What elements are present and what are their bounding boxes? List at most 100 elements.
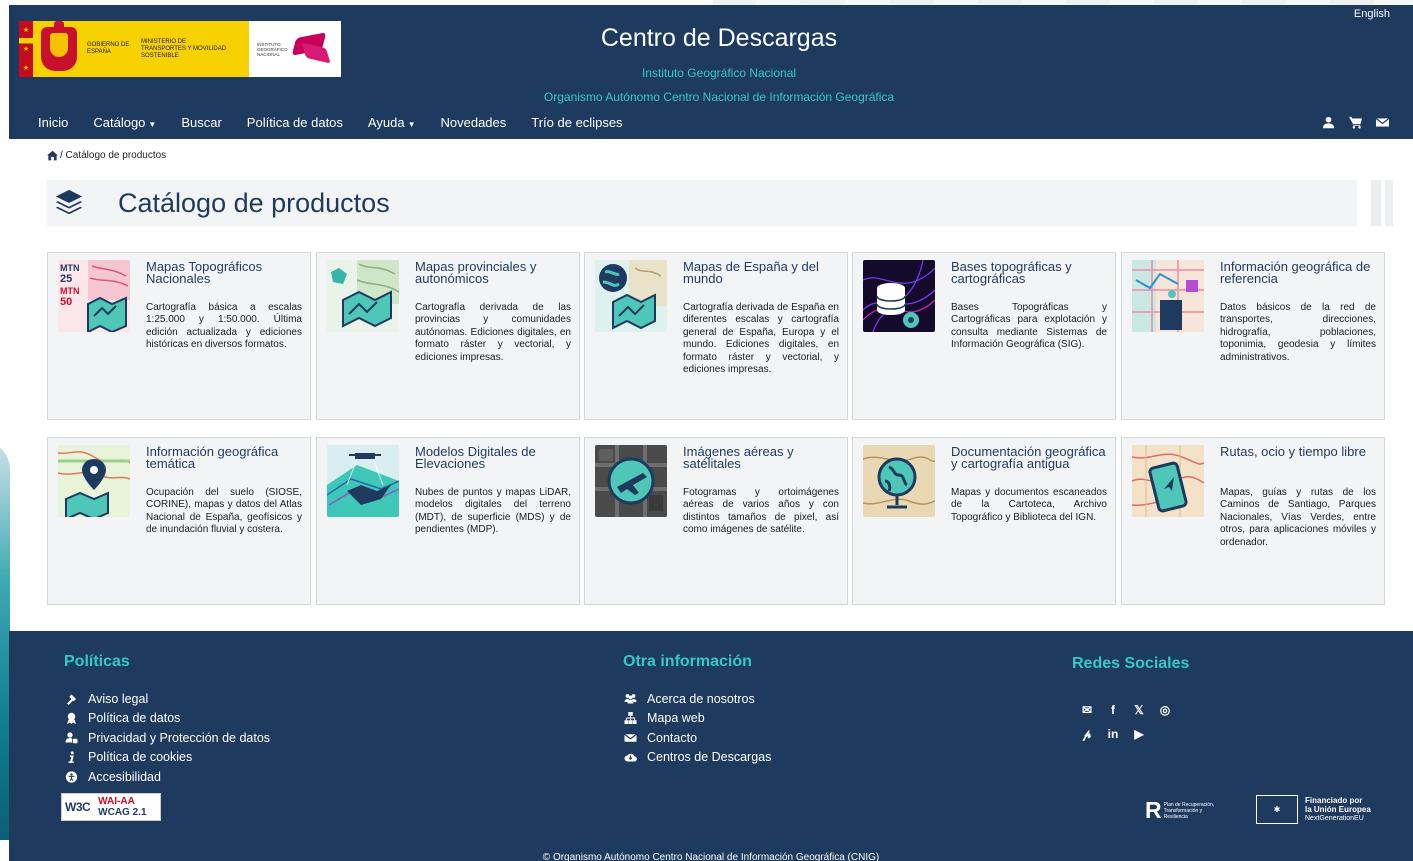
card-bases-topograficas[interactable]: Bases topográficas y cartográficas Bases… [852, 252, 1116, 420]
footer-politicas-list: Aviso legal Política de datos Privacidad… [65, 689, 270, 787]
card-description: Bases Topográficas y Cartográficas para … [951, 302, 1107, 351]
mail-icon[interactable]: ✉ [1076, 703, 1098, 717]
layers-icon [55, 189, 83, 215]
breadcrumb: / Catálogo de productos [47, 150, 166, 161]
x-twitter-icon[interactable]: 𝕏 [1128, 703, 1150, 717]
footer-heading-redes: Redes Sociales [1072, 655, 1190, 672]
sitemap-icon [624, 712, 637, 725]
w3c-logo: W3C [65, 800, 91, 814]
nav-catalogo-label: Catálogo [93, 115, 146, 130]
eu-line2: la Unión Europea [1305, 805, 1371, 814]
footer-otra-list: Acerca de nosotros Mapa web Contacto Cen… [624, 689, 771, 767]
footer-link-contacto[interactable]: Contacto [624, 728, 771, 748]
card-description: Ocupación del suelo (SIOSE, CORINE), map… [146, 487, 302, 536]
card-title: Bases topográficas y cartográficas [951, 259, 1072, 286]
footer-heading-politicas: Políticas [64, 653, 130, 670]
eu-funding-logo[interactable]: ✱ Financiado por la Unión Europea NextGe… [1256, 795, 1371, 824]
wcag-level: WAI-AA WCAG 2.1 [98, 796, 146, 818]
footer-link-mapa-web[interactable]: Mapa web [624, 709, 771, 729]
pinterest-icon[interactable]: 𝓅 [1076, 727, 1098, 742]
aerial-imagery-thumbnail [595, 445, 667, 517]
youtube-icon[interactable]: ▶ [1128, 727, 1150, 742]
card-informacion-referencia[interactable]: Información geográfica de referencia Dat… [1121, 252, 1385, 420]
site-header: ★ ★ ★ GOBIERNO DE ESPAÑA MINISTERIO DE TRA… [9, 5, 1413, 139]
chevron-down-icon: ▼ [407, 120, 416, 129]
user-lock-icon [65, 732, 78, 743]
card-title: Rutas, ocio y tiempo libre [1220, 444, 1366, 459]
nav-inicio[interactable]: Inicio [38, 115, 68, 130]
wai-level: WAI-AA [98, 796, 135, 807]
card-description: Nubes de puntos y mapas LiDAR, modelos d… [415, 487, 571, 536]
facebook-icon[interactable]: f [1102, 703, 1124, 717]
card-modelos-digitales[interactable]: Modelos Digitales de Elevaciones Nubes d… [316, 437, 580, 605]
card-documentacion[interactable]: Documentación geográfica y cartografía a… [852, 437, 1116, 605]
card-imagenes-aereas[interactable]: Imágenes aéreas y satélitales Fotogramas… [584, 437, 848, 605]
cart-icon[interactable] [1349, 116, 1362, 129]
card-title: Modelos Digitales de Elevaciones [415, 444, 536, 471]
card-title: Información geográfica de referencia [1220, 259, 1371, 286]
info-icon [68, 751, 74, 764]
nav-ayuda-label: Ayuda [367, 115, 405, 130]
envelope-icon [624, 733, 637, 742]
cloud-download-icon [624, 753, 637, 762]
language-link[interactable]: English [1354, 8, 1390, 20]
provincial-map-thumbnail [327, 260, 399, 332]
card-mapas-provinciales[interactable]: Mapas provinciales y autonómicos Cartogr… [316, 252, 580, 420]
prtr-mark: R [1145, 797, 1162, 823]
footer-link-acerca[interactable]: Acerca de nosotros [624, 689, 771, 709]
card-title: Información geográfica temática [146, 444, 279, 471]
site-subtitle-ign[interactable]: Instituto Geográfico Nacional [9, 66, 1413, 80]
footer-link-accesibilidad[interactable]: Accesibilidad [65, 767, 270, 787]
envelope-icon[interactable] [1376, 116, 1389, 129]
card-title: Documentación geográfica y cartografía a… [951, 444, 1106, 471]
footer-link-label: Política de datos [88, 711, 181, 726]
prtr-logo[interactable]: R Plan de Recuperación, Transformación y… [1145, 797, 1224, 824]
nav-novedades[interactable]: Novedades [440, 115, 506, 130]
historic-globe-thumbnail [863, 445, 935, 517]
card-description: Cartografía derivada de España en difere… [683, 302, 839, 376]
wcag-version: WCAG 2.1 [98, 807, 147, 818]
w3c-wcag-badge[interactable]: W3C WAI-AA WCAG 2.1 [61, 793, 161, 821]
instagram-icon[interactable]: ◎ [1154, 703, 1176, 717]
user-icon[interactable] [1322, 116, 1335, 129]
card-informacion-tematica[interactable]: Información geográfica temática Ocupació… [47, 437, 311, 605]
card-description: Fotogramas y ortoimágenes aéreas de vari… [683, 487, 839, 536]
footer-link-aviso-legal[interactable]: Aviso legal [65, 689, 270, 709]
accessibility-icon [65, 771, 78, 783]
card-description: Mapas, guías y rutas de los Caminos de S… [1220, 487, 1376, 548]
gavel-icon [67, 694, 76, 705]
nav-trio-eclipses[interactable]: Trío de eclipses [531, 115, 622, 130]
thematic-map-thumbnail [58, 445, 130, 517]
eu-line3: NextGenerationEU [1305, 815, 1364, 822]
footer-link-label: Accesibilidad [88, 769, 161, 784]
footer-link-centros[interactable]: Centros de Descargas [624, 748, 771, 768]
world-map-thumbnail [595, 260, 667, 332]
card-mapas-topograficos[interactable]: MTN 25 MTN 50 Mapas Topográficos Nacionales… [47, 252, 311, 420]
routes-map-thumbnail [1132, 445, 1204, 517]
eu-flag-icon: ✱ [1256, 795, 1298, 824]
nav-ayuda[interactable]: Ayuda ▼ [368, 115, 416, 130]
copyright: © Organismo Autónomo Centro Nacional de … [542, 852, 880, 861]
nav-catalogo[interactable]: Catálogo ▼ [93, 115, 156, 130]
topographic-map-thumbnail: MTN 25 MTN 50 [58, 260, 130, 332]
site-title: Centro de Descargas [600, 24, 838, 52]
svg-text:MTN: MTN [60, 263, 80, 273]
nav-buscar[interactable]: Buscar [181, 115, 221, 130]
footer-link-cookies[interactable]: Política de cookies [65, 748, 270, 768]
main-nav: Inicio Catálogo ▼ Buscar Política de dato… [38, 115, 648, 130]
eu-line1: Financiado por [1305, 796, 1363, 805]
footer-link-label: Centros de Descargas [647, 750, 772, 765]
site-subtitle-cnig[interactable]: Organismo Autónomo Centro Nacional de In… [9, 90, 1413, 104]
card-rutas-ocio[interactable]: Rutas, ocio y tiempo libre Mapas, guías … [1121, 437, 1385, 605]
page-title: Catálogo de productos [118, 187, 390, 218]
linkedin-icon[interactable]: in [1102, 727, 1124, 742]
card-description: Datos básicos de la red de transportes, … [1220, 302, 1376, 363]
footer-link-privacidad[interactable]: Privacidad y Protección de datos [65, 728, 270, 748]
card-title: Imágenes aéreas y satélitales [683, 444, 794, 471]
nav-icon-group [1322, 116, 1389, 129]
card-description: Cartografía derivada de las provincias y… [415, 302, 571, 363]
card-mapas-espana-mundo[interactable]: Mapas de España y del mundo Cartografía … [584, 252, 848, 420]
nav-politica-datos[interactable]: Política de datos [247, 115, 343, 130]
home-icon[interactable] [47, 150, 58, 161]
footer-link-politica-datos[interactable]: Política de datos [65, 709, 270, 729]
